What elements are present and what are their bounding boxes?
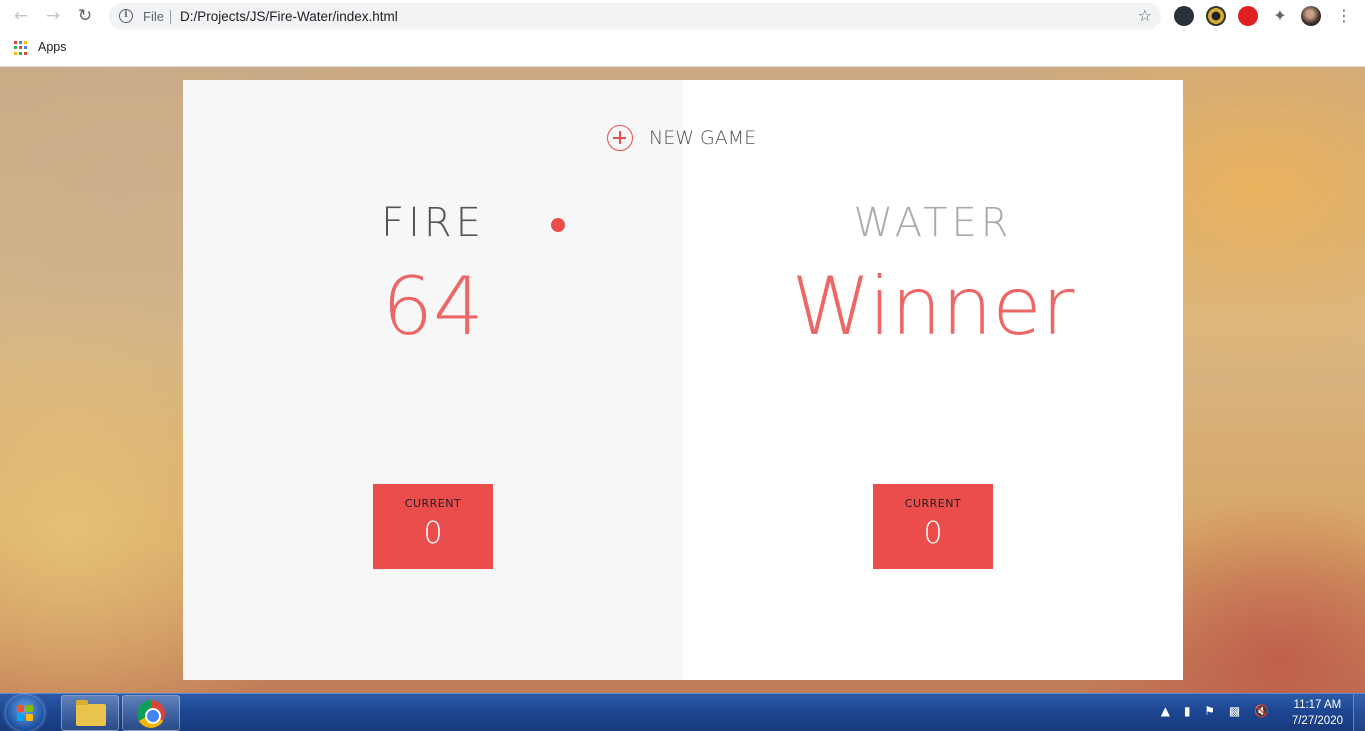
player-score: 64 — [382, 260, 484, 353]
folder-icon — [76, 700, 106, 726]
bookmarks-bar: Apps — [0, 33, 1365, 67]
show-desktop-button[interactable] — [1353, 694, 1365, 731]
battery-icon[interactable]: ▮ — [1184, 704, 1191, 718]
info-icon[interactable]: i — [119, 9, 133, 23]
current-score-box: CURRENT 0 — [873, 484, 993, 569]
tray-expand-icon[interactable]: ▲ — [1161, 704, 1170, 718]
player-score: Winner — [791, 260, 1075, 353]
current-label: CURRENT — [904, 497, 962, 510]
current-label: CURRENT — [404, 497, 462, 510]
new-game-label: NEW GAME — [649, 127, 757, 149]
player-name: FIRE — [381, 200, 485, 246]
current-score-value: 0 — [923, 516, 943, 551]
action-center-flag-icon[interactable]: ⚑ — [1204, 704, 1215, 718]
start-button[interactable] — [6, 695, 44, 731]
current-score-box: CURRENT 0 — [373, 484, 493, 569]
browser-toolbar: ← → ↻ i File D:/Projects/JS/Fire-Water/i… — [0, 0, 1365, 33]
apps-bookmark[interactable]: Apps — [38, 40, 67, 54]
bookmark-star-icon[interactable]: ☆ — [1138, 6, 1152, 25]
taskbar-clock[interactable]: 11:17 AM 7/27/2020 — [1292, 697, 1343, 729]
active-player-indicator — [551, 218, 565, 232]
profile-avatar[interactable] — [1301, 6, 1321, 26]
clock-date: 7/27/2020 — [1291, 715, 1343, 727]
windows-logo-icon — [17, 705, 33, 721]
volume-muted-icon[interactable]: 🔇 — [1254, 704, 1269, 718]
address-divider — [170, 10, 171, 24]
adblock-extension-icon[interactable] — [1238, 6, 1258, 26]
address-bar[interactable]: i File D:/Projects/JS/Fire-Water/index.h… — [109, 3, 1161, 30]
plus-circle-icon — [607, 125, 633, 151]
network-signal-icon[interactable]: ▩ — [1229, 704, 1240, 718]
forward-arrow-icon[interactable]: → — [43, 6, 63, 26]
menu-kebab-icon[interactable]: ⋮ — [1334, 6, 1354, 26]
audio-extension-icon[interactable] — [1206, 6, 1226, 26]
incognito-extension-icon[interactable] — [1174, 6, 1194, 26]
back-arrow-icon[interactable]: ← — [11, 6, 31, 26]
taskbar-explorer-button[interactable] — [61, 695, 119, 731]
player-name: WATER — [853, 200, 1013, 246]
system-tray: ▲ ▮ ⚑ ▩ 🔇 — [1151, 704, 1269, 718]
page-viewport: FIRE 64 CURRENT 0 WATER Winner CURRENT 0… — [0, 67, 1365, 693]
url-text[interactable]: D:/Projects/JS/Fire-Water/index.html — [180, 9, 398, 24]
url-scheme-label: File — [143, 9, 164, 24]
new-game-button[interactable]: NEW GAME — [607, 124, 756, 152]
taskbar-chrome-button[interactable] — [122, 695, 180, 731]
taskbar: ▲ ▮ ⚑ ▩ 🔇 11:17 AM 7/27/2020 — [0, 693, 1365, 731]
extensions-puzzle-icon[interactable]: ✦ — [1270, 6, 1290, 26]
current-score-value: 0 — [423, 516, 443, 551]
apps-grid-icon[interactable] — [14, 41, 28, 55]
player-panel-fire: FIRE 64 CURRENT 0 — [183, 80, 683, 680]
reload-icon[interactable]: ↻ — [75, 6, 95, 26]
clock-time: 11:17 AM — [1293, 699, 1342, 711]
game-wrapper: FIRE 64 CURRENT 0 WATER Winner CURRENT 0… — [183, 80, 1183, 680]
player-panel-water: WATER Winner CURRENT 0 — [683, 80, 1183, 680]
chrome-icon — [137, 700, 165, 728]
